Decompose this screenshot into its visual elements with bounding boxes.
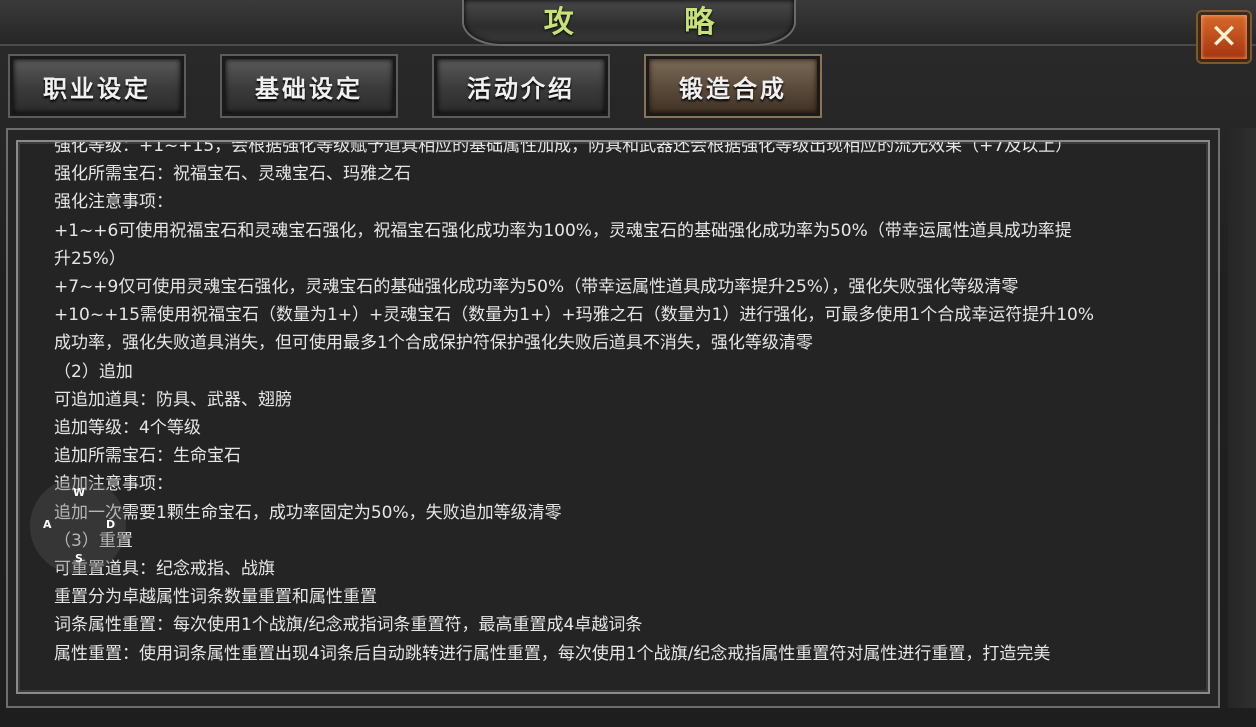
guide-line: 追加一次需要1颗生命宝石，成功率固定为50%，失败追加等级清零 <box>54 502 562 523</box>
guide-line: （2）追加 <box>54 361 133 382</box>
guide-line: 词条属性重置：每次使用1个战旗/纪念戒指词条重置符，最高重置成4卓越词条 <box>54 615 643 636</box>
window-edge <box>1228 128 1256 708</box>
tab-label: 职业设定 <box>43 73 151 103</box>
guide-line: 可追加道具：防具、武器、翅膀 <box>54 389 292 410</box>
guide-line: 追加注意事项： <box>54 474 173 495</box>
tab-label: 基础设定 <box>255 73 363 103</box>
guide-line: 重置分为卓越属性词条数量重置和属性重置 <box>54 587 377 608</box>
joystick-left-key: A <box>43 518 52 531</box>
guide-line: 强化所需宝石：祝福宝石、灵魂宝石、玛雅之石 <box>54 164 411 185</box>
guide-line: 升25%） <box>54 248 126 269</box>
guide-text: 强化等级：+1~+15，会根据强化等级赋予道具相应的基础属性加成，防具和武器还会… <box>54 142 1164 668</box>
tab-label: 锻造合成 <box>679 73 787 103</box>
tab-basic-settings[interactable]: 基础设定 <box>222 56 396 116</box>
guide-line: （3）重置 <box>54 530 133 551</box>
tab-forge-synthesis[interactable]: 锻造合成 <box>646 56 820 116</box>
content-panel[interactable]: 强化等级：+1~+15，会根据强化等级赋予道具相应的基础属性加成，防具和武器还会… <box>16 140 1210 694</box>
guide-line: 成功率，强化失败道具消失，但可使用最多1个合成保护符保护强化失败后道具不消失，强… <box>54 333 813 354</box>
guide-line: 强化等级：+1~+15，会根据强化等级赋予道具相应的基础属性加成，防具和武器还会… <box>54 140 1073 156</box>
joystick-up-key: W <box>73 486 86 499</box>
guide-line: 属性重置：使用词条属性重置出现4词条后自动跳转进行属性重置，每次使用1个战旗/纪… <box>54 643 1051 664</box>
joystick-right-key: D <box>106 518 116 531</box>
guide-line: 追加所需宝石：生命宝石 <box>54 446 241 467</box>
guide-line: 追加等级：4个等级 <box>54 418 201 439</box>
close-icon: ✕ <box>1209 17 1239 57</box>
tab-event-intro[interactable]: 活动介绍 <box>434 56 608 116</box>
joystick-down-key: S <box>75 552 83 565</box>
virtual-joystick[interactable]: W A D S <box>30 478 126 574</box>
guide-line: +7~+9仅可使用灵魂宝石强化，灵魂宝石的基础强化成功率为50%（带幸运属性道具… <box>54 277 1019 298</box>
close-button[interactable]: ✕ <box>1198 12 1250 62</box>
guide-line: +10~+15需使用祝福宝石（数量为1+）+灵魂宝石（数量为1+）+玛雅之石（数… <box>54 305 1095 326</box>
tab-label: 活动介绍 <box>467 73 575 103</box>
guide-line: 可重置道具：纪念戒指、战旗 <box>54 559 275 580</box>
guide-line: +1~+6可使用祝福宝石和灵魂宝石强化，祝福宝石强化成功率为100%，灵魂宝石的… <box>54 220 1072 241</box>
tab-class-settings[interactable]: 职业设定 <box>10 56 184 116</box>
title-plate: 攻 略 <box>462 0 796 46</box>
window-title: 攻 略 <box>543 5 765 40</box>
guide-line: 强化注意事项： <box>54 192 173 213</box>
